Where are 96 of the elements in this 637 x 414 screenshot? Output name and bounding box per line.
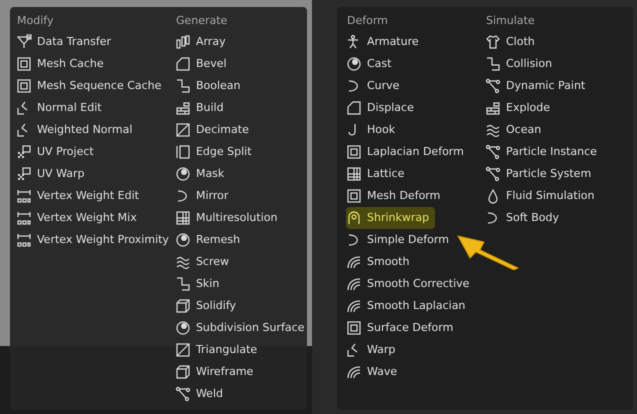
- menu-item[interactable]: Surface Deform: [346, 317, 460, 339]
- waves-icon: [174, 254, 191, 270]
- node-dots-icon: [485, 166, 501, 182]
- menu-item[interactable]: Collision: [485, 53, 558, 75]
- menu-item[interactable]: Simple Deform: [346, 229, 455, 251]
- node-dots-icon: [485, 78, 501, 94]
- column-heading: Generate: [174, 13, 228, 29]
- menu-item[interactable]: Vertex Weight Mix: [16, 207, 143, 229]
- menu-item[interactable]: Laplacian Deform: [346, 141, 470, 163]
- menu-item[interactable]: Fluid Simulation: [485, 185, 600, 207]
- menu-item[interactable]: Cloth: [485, 31, 541, 53]
- menu-item[interactable]: Weld: [174, 383, 229, 405]
- checker-icon: [16, 166, 32, 182]
- framed-square-icon: [16, 78, 32, 94]
- framed-square-icon: [346, 144, 362, 160]
- menu-item[interactable]: Lattice: [346, 163, 410, 185]
- steps-icon: [174, 78, 191, 94]
- grid-icon: [174, 210, 191, 226]
- node-dots-icon: [174, 386, 191, 402]
- menu-item[interactable]: Hook: [346, 119, 402, 141]
- checker-icon: [16, 144, 32, 160]
- menu-item[interactable]: Subdivision Surface: [174, 317, 310, 339]
- cube-icon: [174, 298, 191, 314]
- menu-item[interactable]: Build: [174, 97, 230, 119]
- menu-item[interactable]: Smooth Laplacian: [346, 295, 472, 317]
- menu-item[interactable]: Particle Instance: [485, 141, 603, 163]
- menu-item[interactable]: Smooth Corrective: [346, 273, 476, 295]
- column-heading: Deform: [346, 13, 389, 29]
- menu-item[interactable]: Mesh Sequence Cache: [16, 75, 168, 97]
- framed-square-icon: [346, 320, 362, 336]
- pointer-arrow-drawing: [456, 234, 520, 270]
- menu-item[interactable]: UV Warp: [16, 163, 90, 185]
- menu-item[interactable]: Mesh Deform: [346, 185, 446, 207]
- menu-item[interactable]: Shrinkwrap: [346, 207, 436, 229]
- circle-icon: [174, 232, 191, 248]
- menu-item[interactable]: Smooth: [346, 251, 416, 273]
- shirt-icon: [485, 34, 501, 50]
- framed-square-icon: [16, 56, 32, 72]
- menu-item[interactable]: Vertex Weight Proximity: [16, 229, 175, 251]
- node-dots-icon: [485, 144, 501, 160]
- waves-icon: [485, 122, 501, 138]
- menu-item[interactable]: Particle System: [485, 163, 598, 185]
- menu-item[interactable]: Curve: [346, 75, 406, 97]
- steps-icon: [485, 56, 501, 72]
- menu-item[interactable]: Displace: [346, 97, 420, 119]
- menu-item[interactable]: Array: [174, 31, 232, 53]
- menu-item[interactable]: Mesh Cache: [16, 53, 110, 75]
- sweep-lines-icon: [346, 364, 362, 380]
- sweep-lines-icon: [346, 254, 362, 270]
- cube-icon: [174, 364, 191, 380]
- weight-sliders-icon: [16, 210, 32, 226]
- menu-item[interactable]: Boolean: [174, 75, 246, 97]
- menu-item[interactable]: Mirror: [174, 185, 234, 207]
- menu-item[interactable]: Skin: [174, 273, 226, 295]
- bars-icon: [174, 34, 191, 50]
- weight-sliders-icon: [16, 188, 32, 204]
- menu-item[interactable]: Soft Body: [485, 207, 565, 229]
- circle-icon: [346, 56, 362, 72]
- bricks-icon: [485, 100, 501, 116]
- menu-item[interactable]: Solidify: [174, 295, 242, 317]
- menu-item[interactable]: Remesh: [174, 229, 246, 251]
- menu-item[interactable]: Mask: [174, 163, 230, 185]
- diagonal-square-icon: [174, 122, 191, 138]
- menu-item[interactable]: Explode: [485, 97, 556, 119]
- framed-square-icon: [346, 188, 362, 204]
- arc-icon: [346, 210, 362, 226]
- circle-icon: [174, 166, 191, 182]
- circle-icon: [174, 320, 191, 336]
- menu-item[interactable]: Data Transfer: [16, 31, 117, 53]
- sweep-lines-icon: [346, 298, 362, 314]
- menu-item[interactable]: Bevel: [174, 53, 233, 75]
- menu-item[interactable]: Weighted Normal: [16, 119, 138, 141]
- menu-item[interactable]: Normal Edit: [16, 97, 108, 119]
- steps-icon: [174, 276, 191, 292]
- bricks-icon: [174, 100, 191, 116]
- menu-item[interactable]: Triangulate: [174, 339, 264, 361]
- menu-item[interactable]: Vertex Weight Edit: [16, 185, 145, 207]
- menu-item[interactable]: Edge Split: [174, 141, 258, 163]
- menu-item[interactable]: Multiresolution: [174, 207, 284, 229]
- column-heading: Modify: [16, 13, 54, 29]
- menu-item[interactable]: Wave: [346, 361, 404, 383]
- menu-item[interactable]: Wireframe: [174, 361, 260, 383]
- menu-item[interactable]: Armature: [346, 31, 425, 53]
- menu-item[interactable]: Dynamic Paint: [485, 75, 592, 97]
- funnel-icon: [16, 34, 32, 50]
- menu-item[interactable]: UV Project: [16, 141, 100, 163]
- menu-item[interactable]: Decimate: [174, 119, 255, 141]
- diagonal-square-icon: [174, 342, 191, 358]
- menu-item[interactable]: Cast: [346, 53, 398, 75]
- menu-item[interactable]: Warp: [346, 339, 402, 361]
- menu-item[interactable]: Screw: [174, 251, 236, 273]
- weight-sliders-icon: [16, 232, 32, 248]
- grid-icon: [346, 166, 362, 182]
- sweep-lines-icon: [346, 276, 362, 292]
- menu-item[interactable]: Ocean: [485, 119, 548, 141]
- column-heading: Simulate: [485, 13, 536, 29]
